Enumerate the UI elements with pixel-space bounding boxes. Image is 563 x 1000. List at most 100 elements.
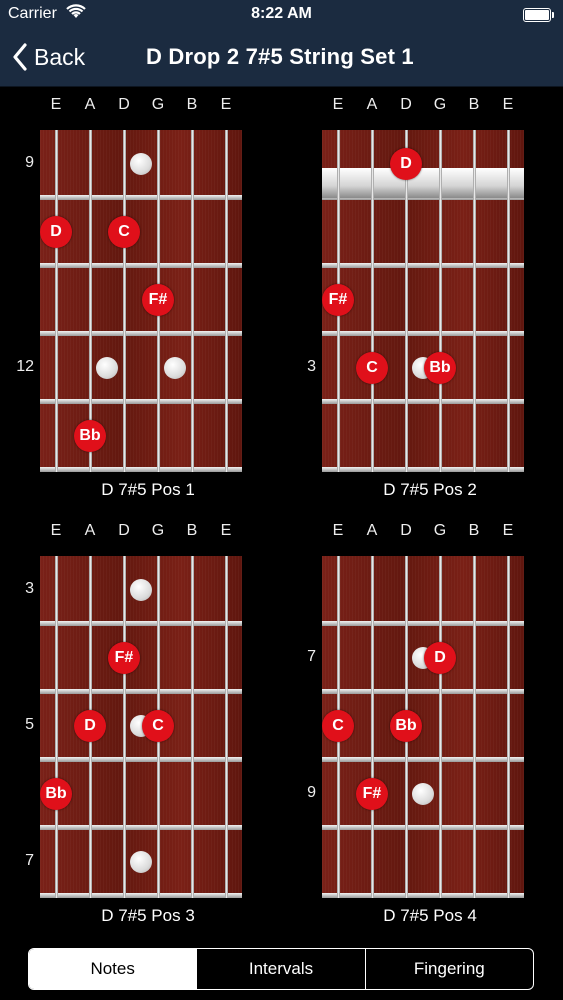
- fretboard: D C Bb F#: [322, 556, 524, 898]
- string-name-label: D: [118, 522, 130, 539]
- guitar-string: [472, 130, 476, 472]
- note-dot: Bb: [74, 420, 106, 452]
- guitar-string: [370, 556, 374, 898]
- fret-wire: [322, 825, 524, 830]
- navigation-bar: Back D Drop 2 7#5 String Set 1: [0, 30, 563, 87]
- fret-wire: [40, 893, 242, 898]
- fretboard: D C F# Bb: [40, 130, 242, 472]
- fret-marker-inlay: [130, 153, 152, 175]
- chord-diagram: E A D G B E D F# C Bb 3 D 7#5 Pos 2: [300, 96, 560, 499]
- guitar-string: [54, 130, 58, 472]
- fret-number-label: 7: [25, 852, 34, 869]
- guitar-string: [506, 130, 510, 472]
- tab-intervals[interactable]: Intervals: [196, 949, 364, 989]
- fret-number-label: 3: [307, 358, 316, 375]
- string-name-label: B: [186, 522, 198, 539]
- guitar-string: [224, 130, 228, 472]
- note-dot: C: [322, 710, 354, 742]
- note-dot: D: [424, 642, 456, 674]
- guitar-string: [370, 130, 374, 472]
- string-name-label: E: [50, 96, 62, 113]
- fret-number-label: 12: [16, 358, 34, 375]
- fret-number-label: 5: [25, 716, 34, 733]
- fret-wire: [40, 757, 242, 762]
- note-dot: C: [108, 216, 140, 248]
- fretboard: D F# C Bb: [322, 130, 524, 472]
- fret-wire: [322, 263, 524, 268]
- string-name-label: A: [366, 522, 378, 539]
- guitar-string: [438, 130, 442, 472]
- back-label: Back: [34, 43, 86, 70]
- page-title: D Drop 2 7#5 String Set 1: [146, 44, 414, 69]
- string-names: EADGBE: [18, 96, 278, 116]
- guitar-string: [438, 556, 442, 898]
- chord-diagram: E A D G B E D C Bb F# 7 9 D 7#5 Pos 4: [300, 522, 560, 925]
- fret-number-label: 9: [307, 784, 316, 801]
- fret-number-label: 7: [307, 648, 316, 665]
- fret-wire: [40, 825, 242, 830]
- fret-marker-inlay: [130, 579, 152, 601]
- diagram-caption: D 7#5 Pos 3: [101, 906, 195, 925]
- fret-wire: [322, 757, 524, 762]
- string-name-label: B: [186, 96, 198, 113]
- note-dot: C: [356, 352, 388, 384]
- string-name-label: G: [433, 522, 447, 539]
- status-time: 8:22 AM: [251, 5, 312, 22]
- diagram-caption: D 7#5 Pos 1: [101, 480, 195, 499]
- battery-icon: [523, 8, 554, 22]
- note-dot: F#: [142, 284, 174, 316]
- tab-fingering[interactable]: Fingering: [364, 949, 533, 989]
- string-name-label: A: [84, 522, 96, 539]
- guitar-string: [122, 556, 126, 898]
- string-name-label: G: [433, 96, 447, 113]
- guitar-string: [472, 556, 476, 898]
- string-name-label: E: [502, 522, 514, 539]
- string-name-label: A: [84, 96, 96, 113]
- string-name-label: E: [502, 96, 514, 113]
- fret-wire: [40, 689, 242, 694]
- note-dot: Bb: [390, 710, 422, 742]
- diagram-caption: D 7#5 Pos 2: [383, 480, 477, 499]
- guitar-string: [224, 556, 228, 898]
- string-names: EADGBE: [300, 522, 560, 542]
- note-dot: F#: [108, 642, 140, 674]
- fret-wire: [322, 467, 524, 472]
- string-name-label: E: [50, 522, 62, 539]
- back-button[interactable]: Back: [12, 40, 85, 74]
- guitar-string: [190, 130, 194, 472]
- string-names: EADGBE: [18, 522, 278, 542]
- fret-wire: [40, 195, 242, 200]
- string-name-label: D: [118, 96, 130, 113]
- guitar-string: [54, 556, 58, 898]
- view-mode-segmented-control: Notes Intervals Fingering: [28, 948, 534, 990]
- tab-notes[interactable]: Notes: [29, 949, 197, 989]
- fret-wire: [322, 331, 524, 336]
- string-name-label: A: [366, 96, 378, 113]
- string-name-label: D: [400, 96, 412, 113]
- fret-wire: [40, 399, 242, 404]
- guitar-string: [404, 130, 408, 472]
- fret-marker-inlay: [96, 357, 118, 379]
- fret-marker-inlay: [164, 357, 186, 379]
- chord-diagram: E A D G B E F# D C Bb 3 5 7 D 7#5 Pos 3: [18, 522, 278, 925]
- note-dot: D: [74, 710, 106, 742]
- string-names: EADGBE: [300, 96, 560, 116]
- guitar-string: [122, 130, 126, 472]
- fret-wire: [322, 893, 524, 898]
- fret-wire: [322, 399, 524, 404]
- fret-wire: [322, 621, 524, 626]
- fretboard: F# D C Bb: [40, 556, 242, 898]
- note-dot: Bb: [424, 352, 456, 384]
- fret-wire: [322, 689, 524, 694]
- note-dot: D: [40, 216, 72, 248]
- string-name-label: E: [220, 522, 232, 539]
- fret-number-label: 3: [25, 580, 34, 597]
- string-name-label: E: [332, 96, 344, 113]
- fret-marker-inlay: [412, 783, 434, 805]
- fret-wire: [40, 331, 242, 336]
- diagram-caption: D 7#5 Pos 4: [383, 906, 477, 925]
- note-dot: F#: [356, 778, 388, 810]
- string-name-label: G: [151, 96, 165, 113]
- string-name-label: D: [400, 522, 412, 539]
- fret-number-label: 9: [25, 154, 34, 171]
